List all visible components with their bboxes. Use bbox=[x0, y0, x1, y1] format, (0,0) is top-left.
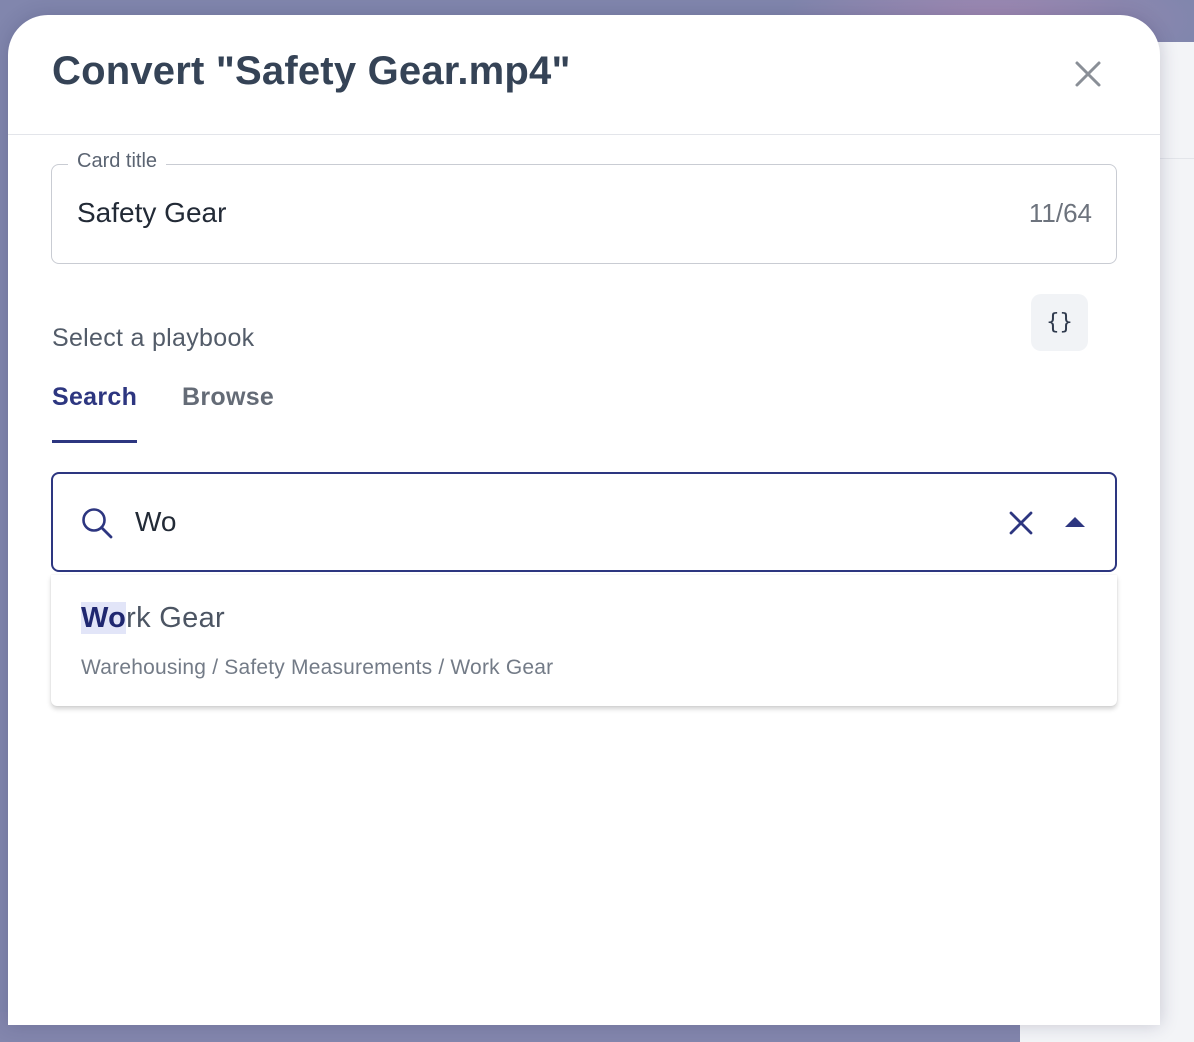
playbook-search-field[interactable]: Wo bbox=[51, 472, 1117, 572]
card-title-field[interactable]: Card title Safety Gear 11/64 bbox=[51, 150, 1117, 264]
convert-dialog: Convert "Safety Gear.mp4" Card title Saf… bbox=[8, 15, 1160, 1025]
dialog-header: Convert "Safety Gear.mp4" bbox=[8, 15, 1160, 135]
result-title-match: Wo bbox=[81, 602, 127, 634]
variables-button[interactable]: {} bbox=[1031, 294, 1088, 351]
playbook-tabs: Search Browse bbox=[52, 383, 452, 443]
result-title-rest: rk Gear bbox=[126, 602, 225, 634]
result-path: Warehousing / Safety Measurements / Work… bbox=[81, 656, 554, 679]
search-icon bbox=[82, 508, 113, 539]
clear-icon[interactable] bbox=[1007, 509, 1035, 537]
result-option-work-gear[interactable]: Work Gear Warehousing / Safety Measureme… bbox=[51, 575, 1117, 706]
tab-browse[interactable]: Browse bbox=[182, 383, 274, 412]
search-input[interactable]: Wo bbox=[135, 506, 177, 538]
card-title-input[interactable]: Safety Gear bbox=[77, 197, 226, 229]
tab-search[interactable]: Search bbox=[52, 383, 137, 412]
close-button[interactable] bbox=[1067, 53, 1109, 95]
dialog-title: Convert "Safety Gear.mp4" bbox=[52, 49, 571, 93]
character-counter: 11/64 bbox=[1028, 198, 1092, 228]
playbook-section-label: Select a playbook bbox=[52, 324, 255, 352]
card-title-label: Card title bbox=[68, 150, 167, 173]
active-tab-indicator bbox=[52, 440, 137, 443]
close-icon bbox=[1075, 61, 1101, 87]
result-title: Work Gear bbox=[81, 602, 225, 635]
caret-up-icon[interactable] bbox=[1063, 514, 1087, 530]
search-results-dropdown: Work Gear Warehousing / Safety Measureme… bbox=[51, 575, 1117, 706]
